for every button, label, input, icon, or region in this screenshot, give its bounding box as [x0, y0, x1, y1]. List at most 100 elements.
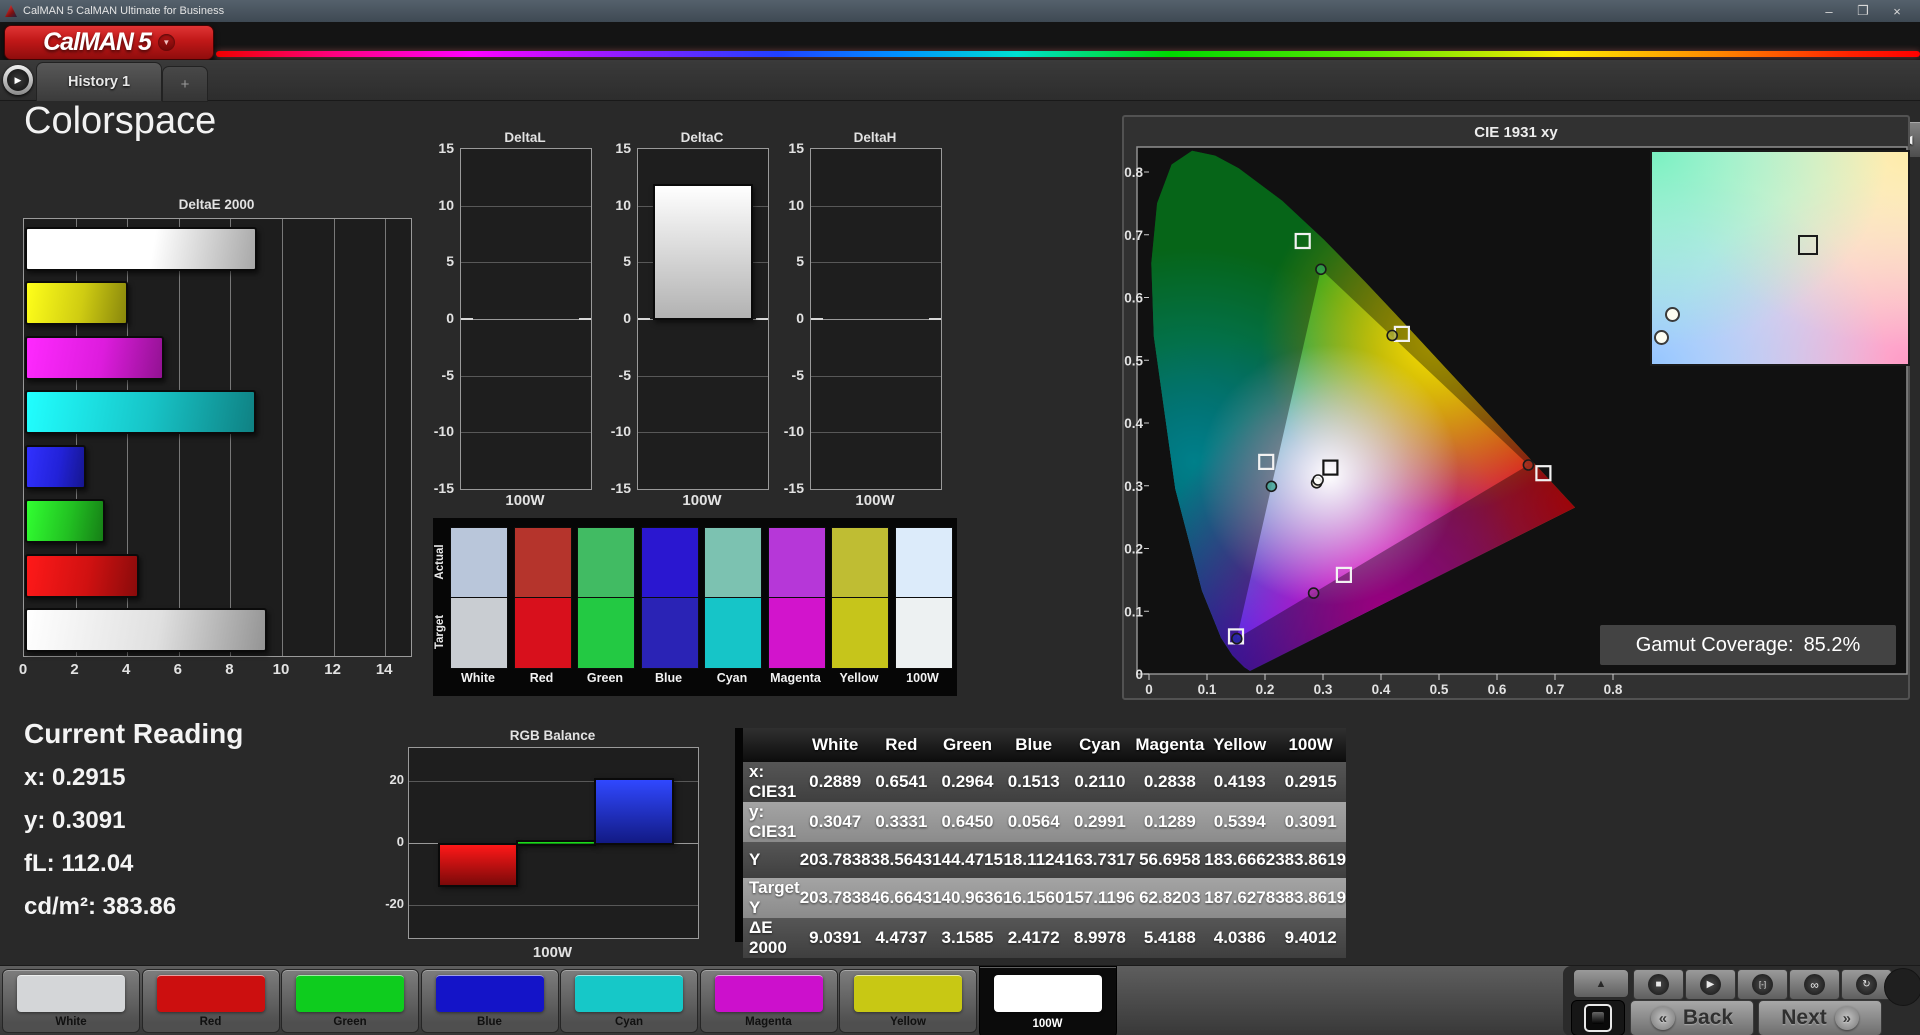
pattern-button-blue[interactable]: Blue — [420, 969, 559, 1033]
page-title: Colorspace — [24, 100, 217, 142]
y-axis-tick: 15 — [438, 140, 454, 156]
svg-text:0.1: 0.1 — [1198, 682, 1217, 697]
x-axis-label: 100W — [505, 492, 545, 509]
y-axis-tick: -10 — [783, 423, 804, 440]
add-tab-button[interactable]: + — [162, 66, 208, 102]
row-label: Target Y — [743, 878, 800, 918]
cell: 0.5394 — [1204, 802, 1276, 842]
minimize-button[interactable]: – — [1812, 0, 1846, 22]
cell: 0.6450 — [932, 802, 1003, 842]
patch-label: 100W — [906, 671, 939, 685]
gridline — [178, 219, 180, 656]
target-patch-white — [450, 597, 508, 669]
svg-text:0.6: 0.6 — [1124, 291, 1143, 306]
play-icon: ▶ — [1700, 974, 1721, 995]
inactive-button — [1884, 968, 1920, 1006]
deltac-bar — [653, 184, 753, 320]
transport-controls: ■ ▶ [-] ∞ ↻ — [1633, 969, 1892, 1000]
interval-button[interactable]: [-] — [1737, 969, 1788, 1000]
pattern-button-cyan[interactable]: Cyan — [560, 969, 698, 1033]
stop-button[interactable]: ■ — [1633, 969, 1684, 1000]
y-axis-tick: -10 — [433, 423, 454, 440]
x-axis-tick: 0 — [18, 661, 28, 678]
cell: 0.2991 — [1064, 802, 1136, 842]
blackout-pattern-button[interactable] — [1571, 1000, 1625, 1035]
cell: 46.6643 — [870, 878, 933, 918]
tab-bar: ▶ History 1 + X-Rite i1Display RetailLCD… — [0, 60, 1920, 158]
rgb-balance-bar-red — [438, 843, 518, 887]
pattern-swatch — [435, 975, 544, 1012]
pattern-label: Magenta — [745, 1016, 792, 1028]
tab-history-1[interactable]: History 1 — [36, 62, 162, 101]
stop-icon: ■ — [1648, 974, 1669, 995]
up-arrow-icon: ▲ — [1595, 977, 1607, 990]
back-button[interactable]: « Back — [1630, 1000, 1754, 1035]
next-button[interactable]: Next » — [1758, 1000, 1882, 1035]
refresh-icon: ↻ — [1856, 974, 1877, 995]
restore-button[interactable]: ❐ — [1846, 0, 1880, 22]
y-axis-tick: -15 — [433, 480, 454, 496]
cell: 183.6662 — [1204, 842, 1276, 878]
cell: 0.3091 — [1275, 802, 1347, 842]
chevron-down-icon: ▼ — [157, 34, 175, 51]
cell: 0.2838 — [1135, 762, 1205, 802]
cell: 0.2915 — [1275, 762, 1347, 802]
gridline — [638, 375, 768, 377]
cell: 144.4715 — [932, 842, 1003, 878]
pattern-button-magenta[interactable]: Magenta — [699, 969, 838, 1033]
play-button[interactable]: ▶ — [1685, 969, 1736, 1000]
cell: 0.2889 — [799, 762, 871, 802]
gridline — [811, 262, 941, 264]
gridline — [811, 319, 941, 320]
x-axis-tick: 6 — [173, 661, 182, 678]
rgb-balance-plot-area — [408, 747, 699, 939]
x-axis-tick: 4 — [122, 661, 131, 678]
current-reading-panel: Current Reading x: 0.2915 y: 0.3091 fL: … — [24, 718, 243, 936]
cell: 0.6541 — [870, 762, 933, 802]
deltae-bar-white — [25, 227, 258, 271]
gridline — [409, 905, 698, 907]
y-axis-tick: 5 — [796, 253, 804, 270]
x-axis-tick: 8 — [225, 661, 234, 678]
pattern-button-yellow[interactable]: Yellow — [839, 969, 977, 1033]
continuous-icon: ∞ — [1804, 974, 1825, 995]
continuous-button[interactable]: ∞ — [1789, 969, 1840, 1000]
table-row: ΔE 2000 9.0391 4.4737 3.1585 2.4172 8.9978 5.4… — [743, 918, 1347, 958]
pattern-button-green[interactable]: Green — [281, 969, 419, 1033]
target-patch-cyan — [704, 597, 762, 669]
chart-title: DeltaH — [853, 130, 897, 145]
column-header-white: White — [799, 728, 871, 762]
rgb-balance-bar-green — [516, 839, 596, 846]
tab-scroll-button[interactable]: ▶ — [3, 65, 33, 95]
next-label: Next — [1781, 1006, 1827, 1029]
pattern-button-100w[interactable]: 100W — [978, 966, 1117, 1035]
scroll-up-button[interactable]: ▲ — [1573, 969, 1629, 998]
deltah-plot-area — [810, 148, 942, 490]
svg-text:0.4: 0.4 — [1124, 416, 1143, 431]
x-axis-tick: 2 — [70, 661, 79, 678]
gridline — [811, 205, 941, 207]
svg-text:0.3: 0.3 — [1124, 479, 1143, 494]
column-header-magenta: Magenta — [1135, 728, 1205, 762]
actual-patch-red — [513, 527, 572, 599]
deltae-bar-100w — [25, 608, 267, 653]
pattern-button-red[interactable]: Red — [141, 969, 280, 1033]
gridline — [461, 375, 591, 377]
gamut-coverage-value: 85.2% — [1803, 633, 1861, 656]
svg-text:0.7: 0.7 — [1546, 682, 1565, 697]
target-row-label: Target — [434, 614, 446, 650]
row-label: ΔE 2000 — [743, 918, 800, 958]
svg-text:0.5: 0.5 — [1430, 682, 1449, 697]
calman-logo-menu[interactable]: CalMAN 5 ▼ — [4, 25, 214, 60]
gridline — [461, 432, 591, 434]
interval-icon: [-] — [1752, 974, 1773, 995]
y-axis-tick: 5 — [623, 253, 631, 270]
close-button[interactable]: × — [1880, 0, 1914, 22]
zero-mark — [756, 318, 768, 320]
logo-number: 5 — [137, 28, 152, 56]
pattern-button-white[interactable]: White — [2, 969, 140, 1033]
row-label: y: CIE31 — [743, 802, 800, 842]
pattern-label: Green — [333, 1016, 367, 1028]
pattern-swatch — [714, 975, 823, 1012]
svg-text:0.4: 0.4 — [1372, 682, 1391, 697]
